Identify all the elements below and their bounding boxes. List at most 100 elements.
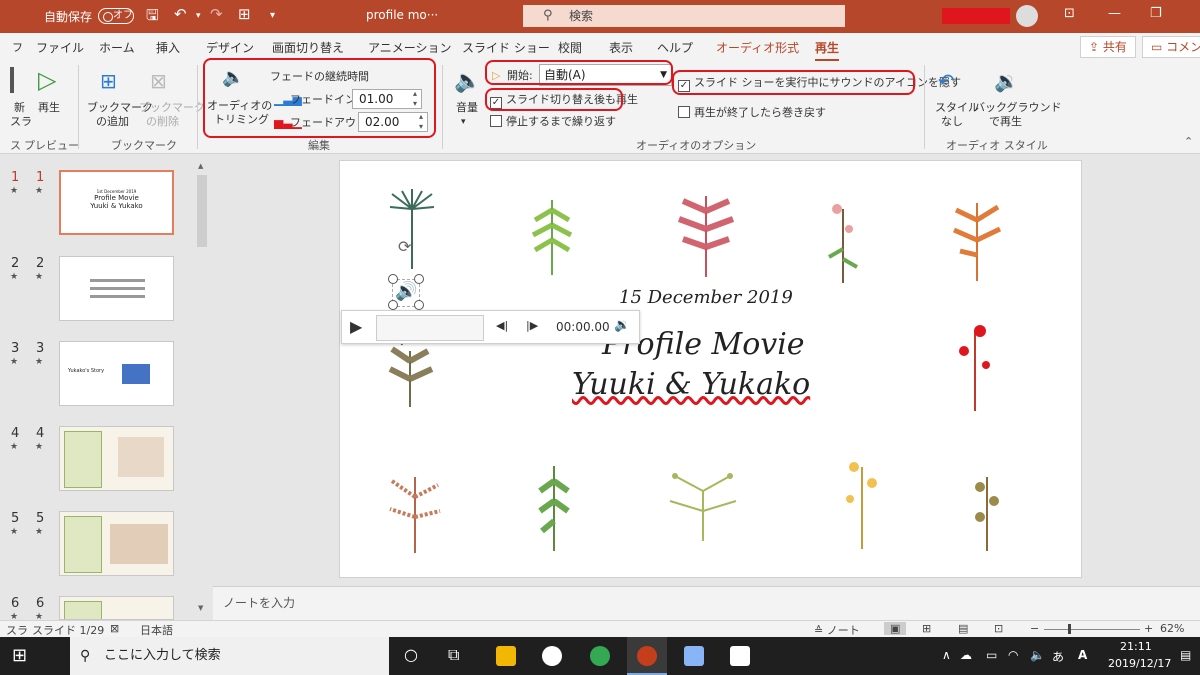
reading-view-icon[interactable]: ▤ [958,622,968,635]
notes-toggle[interactable]: ≙ ノート [814,622,860,638]
timeline-bar[interactable] [376,315,484,341]
undo-icon[interactable]: ↶ [174,5,187,23]
adobe-icon[interactable]: A [1078,648,1087,662]
resize-handle[interactable] [388,300,398,310]
slide-thumbnail-6[interactable] [59,596,174,620]
slide-canvas[interactable]: 15 December 2019 Profile Movie Yuuki & Y… [339,160,1082,578]
play-button[interactable]: 再生 [38,101,60,115]
slide-subtitle[interactable]: Yuuki & Yukako [572,367,810,402]
add-bookmark-icon[interactable]: ⊞ [100,69,117,93]
cloud-icon[interactable]: ☁ [960,648,972,662]
background-play-label[interactable]: バックグラウンド [974,101,1062,115]
customize-qat-icon[interactable]: ▾ [270,10,275,21]
zoom-slider-thumb[interactable] [1068,624,1071,634]
slide-thumbnail-2[interactable] [59,256,174,321]
no-style-icon[interactable]: ↶ [938,69,955,93]
tab-playback[interactable]: 再生 [815,39,840,62]
rotate-handle-icon[interactable]: ⟳ [398,237,411,256]
play-pause-icon[interactable]: ▶ [350,317,362,336]
zoom-out-icon[interactable]: − [1030,622,1039,635]
skip-forward-icon[interactable]: |▶ [526,319,538,332]
file-icon[interactable]: フ [12,39,23,55]
zoom-slider[interactable] [1044,629,1140,630]
redo-icon[interactable]: ↷ [210,5,223,23]
comment-button[interactable]: ▭ コメント [1142,36,1200,58]
ribbon-display-icon[interactable]: ⊡ [1064,6,1075,21]
accessibility-icon[interactable]: ⊠ [110,622,119,635]
slideshow-icon[interactable]: ⊡ [994,622,1003,635]
collapse-ribbon-icon[interactable]: ⌃ [1184,135,1193,148]
restore-icon[interactable]: ❐ [1150,6,1162,21]
zoom-in-icon[interactable]: + [1144,622,1153,635]
slide-thumbnail-5[interactable] [59,511,174,576]
language[interactable]: 日本語 [140,622,173,638]
ime-mode[interactable]: あ [1052,648,1064,665]
scroll-up-icon[interactable]: ▲ [198,162,203,170]
clock-date[interactable]: 2019/12/17 [1108,657,1171,670]
loop-checkbox[interactable]: 停止するまで繰り返す [490,115,616,129]
tab-design[interactable]: デザイン [206,39,254,56]
add-bookmark-label2[interactable]: の追加 [96,115,129,129]
volume-label[interactable]: 音量 [456,101,478,115]
normal-view-icon[interactable]: ▣ [884,622,907,635]
tab-help[interactable]: ヘルプ [657,39,693,56]
undo-dropdown-icon[interactable]: ▾ [196,11,201,21]
save-icon[interactable]: 🖫 [146,5,159,30]
skip-back-icon[interactable]: ◀| [496,319,508,332]
powerpoint-icon[interactable] [637,646,657,666]
volume-icon[interactable]: 🔈 [454,69,481,94]
chrome-icon[interactable] [590,646,610,666]
notification-icon[interactable]: ▤ [1180,648,1191,662]
resize-handle[interactable] [414,300,424,310]
zoom-level[interactable]: 62% [1160,622,1184,635]
present-icon[interactable]: ⊞ [238,5,251,23]
itunes-icon[interactable] [542,646,562,666]
volume-dropdown-icon[interactable]: ▾ [461,115,466,129]
scrollbar-thumb[interactable] [197,175,207,247]
tab-file[interactable]: ファイル [36,39,84,56]
tab-animations[interactable]: アニメーション [368,39,452,56]
slide-date[interactable]: 15 December 2019 [619,287,793,308]
tray-overflow-icon[interactable]: ∧ [942,648,951,662]
play-icon[interactable]: ▷ [38,66,56,94]
search-box[interactable]: ⚲ 検索 [523,5,845,27]
slide-thumbnail-4[interactable] [59,426,174,491]
resize-handle[interactable] [388,274,398,284]
file-explorer-icon[interactable] [496,646,516,666]
cortana-icon[interactable]: ○ [404,645,418,664]
windows-start-icon[interactable]: ⊞ [12,645,27,666]
notes-pane[interactable]: ノートを入力 [213,586,1200,620]
tab-view[interactable]: 表示 [609,39,633,56]
tab-transitions[interactable]: 画面切り替え [272,39,344,56]
slide-thumbnail-3[interactable]: Yukako's Story [59,341,174,406]
autosave-toggle[interactable]: オフ [98,8,134,24]
taskbar-search[interactable]: ⚲ ここに入力して検索 [70,637,389,675]
wifi-icon[interactable]: ◠ [1008,648,1018,662]
tab-insert[interactable]: 挿入 [156,39,180,56]
photos-icon[interactable] [730,646,750,666]
new-slide-icon[interactable] [10,67,14,93]
no-style-label[interactable]: スタイル [935,101,979,115]
clock-time[interactable]: 21:11 [1120,640,1152,653]
mute-icon[interactable]: 🔉 [614,318,630,333]
slide-sorter-icon[interactable]: ⊞ [922,622,931,635]
slide-thumbnail-1[interactable]: 1st December 2019 Profile Movie Yuuki & … [59,170,174,235]
background-play-icon[interactable]: 🔉 [994,69,1019,93]
tab-review[interactable]: 校閲 [558,39,582,56]
volume-tray-icon[interactable]: 🔈 [1030,648,1045,662]
share-button[interactable]: ⇪ 共有 [1080,36,1136,58]
no-style-label2[interactable]: なし [941,115,963,129]
tab-audio-format[interactable]: オーディオ形式 [716,39,799,56]
tab-home[interactable]: ホーム [99,39,135,56]
resize-handle[interactable] [414,274,424,284]
speaker-icon[interactable]: 🔊 [395,281,417,302]
minimize-icon[interactable]: — [1108,6,1121,21]
battery-icon[interactable]: ▭ [986,648,997,662]
rewind-checkbox[interactable]: 再生が終了したら巻き戻す [678,106,826,120]
task-view-icon[interactable]: ⧉ [448,645,459,665]
tab-slideshow[interactable]: スライド ショー [462,39,550,56]
paint-icon[interactable] [684,646,704,666]
background-play-label2[interactable]: で再生 [989,115,1022,129]
avatar[interactable] [1016,5,1038,27]
scroll-down-icon[interactable]: ▼ [198,604,203,612]
